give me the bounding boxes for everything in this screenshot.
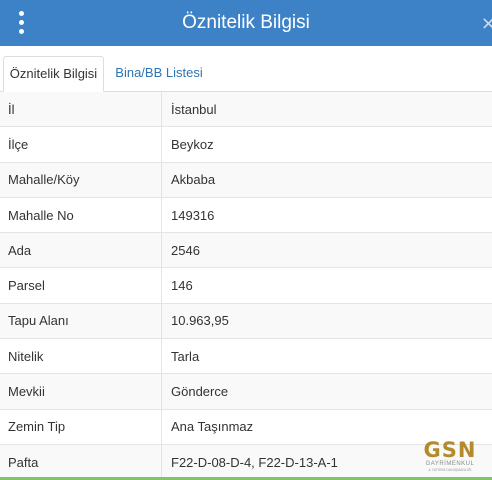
row-label: Tapu Alanı xyxy=(0,303,162,339)
row-value: 149316 xyxy=(171,207,215,223)
attribute-info-panel: Öznitelik Bilgisi × Öznitelik Bilgisi Bi… xyxy=(0,0,492,480)
row-value: İstanbul xyxy=(171,101,217,117)
row-label: Pafta xyxy=(0,444,162,480)
row-value: 146 xyxy=(171,278,193,294)
table-row: Parsel 146 xyxy=(0,268,492,304)
row-label: Parsel xyxy=(0,268,162,303)
row-value: Ana Taşınmaz xyxy=(171,419,254,435)
row-value: 2546 xyxy=(171,242,200,258)
close-icon[interactable]: × xyxy=(481,13,492,34)
tab-bar: Öznitelik Bilgisi Bina/BB Listesi xyxy=(0,46,492,92)
table-row: Mevkii Gönderce xyxy=(0,374,492,410)
header-bar: Öznitelik Bilgisi × xyxy=(0,0,492,46)
row-label: Nitelik xyxy=(0,339,162,374)
row-value: Akbaba xyxy=(171,172,216,188)
tab-building-list[interactable]: Bina/BB Listesi xyxy=(107,56,211,92)
table-row: İl İstanbul xyxy=(0,92,492,128)
row-value: Tarla xyxy=(171,348,200,364)
row-label: Mahalle/Köy xyxy=(0,162,162,197)
row-label: Mahalle No xyxy=(0,197,162,233)
tab-attribute-info[interactable]: Öznitelik Bilgisi xyxy=(3,56,104,92)
table-row: Nitelik Tarla xyxy=(0,339,492,375)
table-row: Mahalle No 149316 xyxy=(0,197,492,234)
row-label: Ada xyxy=(0,233,162,268)
row-label: Zemin Tip xyxy=(0,409,162,444)
table-row: Ada 2546 xyxy=(0,233,492,269)
row-value: 10.963,95 xyxy=(171,313,229,329)
row-label: İl xyxy=(0,92,162,127)
row-value: F22-D-08-D-4, F22-D-13-A-1 xyxy=(171,454,338,470)
row-label: Mevkii xyxy=(0,374,162,409)
row-value: Gönderce xyxy=(171,384,229,400)
row-label: İlçe xyxy=(0,127,162,162)
row-value: Beykoz xyxy=(171,136,214,152)
table-row: Mahalle/Köy Akbaba xyxy=(0,162,492,198)
table-row: Pafta F22-D-08-D-4, F22-D-13-A-1 xyxy=(0,444,492,480)
table-row: İlçe Beykoz xyxy=(0,127,492,163)
table-row: Tapu Alanı 10.963,95 xyxy=(0,303,492,340)
panel-title: Öznitelik Bilgisi xyxy=(182,12,310,33)
attribute-table: İl İstanbul İlçe Beykoz Mahalle/Köy Akba… xyxy=(0,92,492,480)
table-row: Zemin Tip Ana Taşınmaz xyxy=(0,409,492,445)
